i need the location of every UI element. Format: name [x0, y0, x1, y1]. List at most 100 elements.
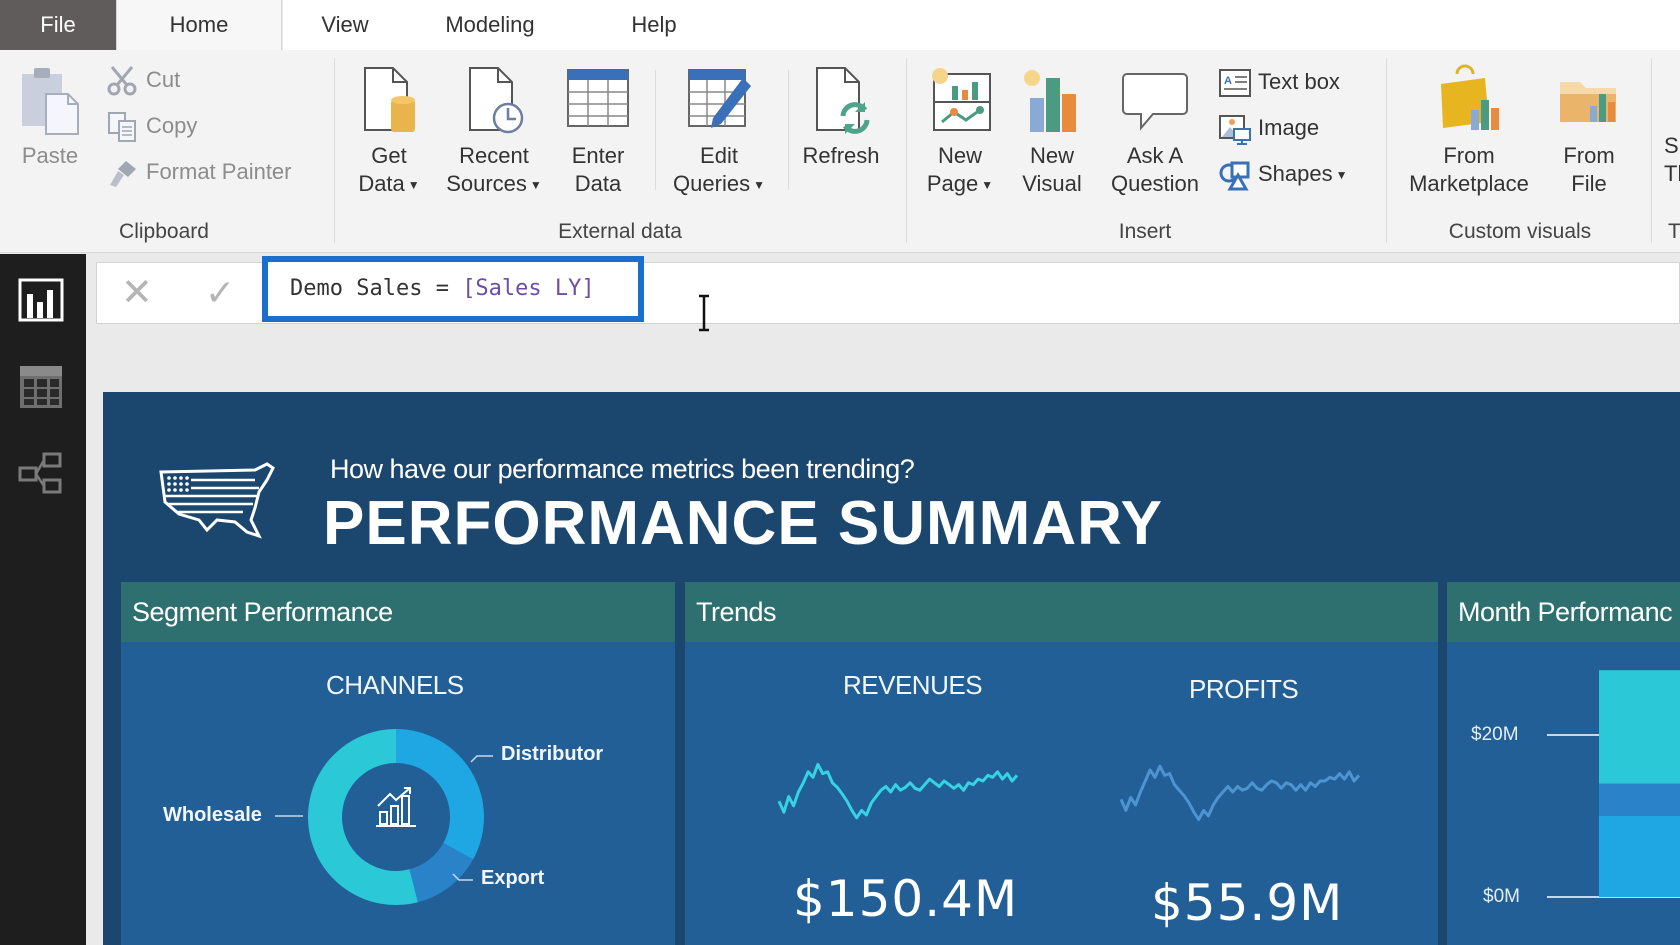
enter-data-button[interactable]: Enter Data [562, 64, 634, 198]
cancel-formula-button[interactable]: ✕ [121, 273, 153, 313]
month-bar-segment-2[interactable] [1599, 783, 1680, 816]
insert-group-label: Insert [1118, 220, 1172, 243]
report-view-button[interactable] [18, 278, 64, 324]
tab-help[interactable]: Help [612, 0, 696, 50]
edit-queries-button[interactable]: Edit Queries ▼ [666, 64, 772, 199]
trends-panel[interactable]: Trends REVENUES PROFITS $150.4M $55.9M [685, 582, 1438, 945]
themes-group-label: T [1668, 220, 1680, 243]
image-label: Image [1258, 115, 1320, 140]
format-painter-label: Format Painter [146, 159, 292, 184]
new-visual-label-2: Visual [1022, 171, 1082, 196]
get-data-icon [355, 64, 423, 136]
cut-button[interactable]: Cut [106, 62, 180, 98]
data-view-button[interactable] [18, 364, 64, 410]
refresh-icon [807, 64, 875, 136]
themes-label-1: S [1664, 133, 1679, 158]
enter-data-label-2: Data [574, 171, 622, 196]
new-page-label-2: Page ▼ [920, 170, 1000, 199]
group-separator [334, 58, 335, 243]
separator [655, 70, 656, 190]
tab-modeling[interactable]: Modeling [420, 0, 560, 50]
copy-label: Copy [146, 113, 198, 138]
wholesale-label: Wholesale [163, 804, 262, 826]
revenues-kpi-value: $150.4M [793, 870, 1019, 928]
distributor-label: Distributor [501, 743, 604, 765]
month-bar-segment-1[interactable] [1599, 816, 1680, 897]
new-page-label-1: New [937, 143, 982, 168]
trends-panel-header: Trends [685, 582, 1438, 642]
month-bar-segment-3[interactable] [1599, 670, 1680, 784]
text-box-icon: A [1218, 67, 1252, 99]
profits-sparkline[interactable] [1117, 742, 1363, 842]
shapes-button[interactable]: Shapes ▼ [1218, 156, 1348, 192]
report-canvas: How have our performance metrics been tr… [103, 392, 1680, 945]
get-data-label-1: Get [371, 143, 407, 168]
from-file-label-2: File [1571, 171, 1607, 196]
get-data-label-2: Data ▼ [352, 170, 426, 199]
month-performance-panel[interactable]: Month Performanc $20M $0M [1447, 582, 1680, 945]
text-box-button[interactable]: A Text box [1218, 64, 1340, 100]
from-marketplace-label-1: From [1443, 143, 1495, 168]
new-page-label-2-text: Page [926, 171, 979, 196]
ask-question-label-1: Ask A [1126, 143, 1184, 168]
from-marketplace-button[interactable]: From Marketplace [1398, 64, 1540, 198]
refresh-button[interactable]: Refresh [798, 64, 884, 170]
new-page-icon [926, 64, 994, 136]
ask-question-button[interactable]: Ask A Question [1102, 64, 1208, 198]
brush-icon [106, 157, 140, 189]
recent-sources-button[interactable]: Recent Sources ▼ [440, 64, 548, 199]
check-icon: ✓ [205, 272, 236, 313]
measure-reference: [Sales LY] [462, 276, 595, 301]
from-marketplace-label-2: Marketplace [1409, 171, 1529, 196]
format-painter-button[interactable]: Format Painter [106, 154, 292, 190]
svg-text:A: A [1224, 75, 1232, 87]
custom-visuals-group-label: Custom visuals [1448, 220, 1592, 243]
tab-view[interactable]: View [300, 0, 390, 50]
from-file-button[interactable]: From File [1556, 64, 1622, 198]
table-icon [564, 64, 632, 136]
enter-data-label-1: Enter [571, 143, 625, 168]
image-button[interactable]: Image [1218, 110, 1319, 146]
revenues-sparkline[interactable] [775, 742, 1021, 842]
scissors-icon [106, 65, 140, 97]
text-cursor-icon [699, 294, 709, 332]
view-switcher-rail [0, 254, 86, 945]
paste-button[interactable]: Paste [16, 64, 84, 170]
formula-input[interactable]: Demo Sales = [Sales LY] [262, 256, 644, 322]
edit-queries-label-2-text: Queries [673, 171, 751, 196]
shapes-label: Shapes [1258, 161, 1333, 186]
revenues-series-line [777, 762, 1019, 820]
dropdown-caret-icon: ▼ [407, 178, 420, 193]
distributor-leader-line [470, 755, 493, 763]
new-page-button[interactable]: New Page ▼ [920, 64, 1000, 199]
edit-queries-label-2: Queries ▼ [666, 170, 772, 199]
month-performance-chart[interactable] [1447, 642, 1680, 945]
commit-formula-button[interactable]: ✓ [205, 273, 235, 313]
themes-button-partial[interactable]: S Th [1664, 132, 1680, 188]
y-tick-label-0m: $0M [1483, 886, 1520, 907]
recent-sources-label-1: Recent [459, 143, 529, 168]
ribbon: Paste Cut Copy Format Painter Clipboard … [0, 50, 1680, 253]
new-visual-button[interactable]: New Visual [1016, 64, 1088, 198]
folder-chart-icon [1556, 64, 1624, 136]
get-data-button[interactable]: Get Data ▼ [352, 64, 426, 199]
edit-queries-label-1: Edit [700, 143, 738, 168]
tab-file[interactable]: File [0, 0, 116, 50]
speech-bubble-icon [1121, 64, 1189, 136]
new-visual-icon [1018, 64, 1086, 136]
group-separator [1386, 58, 1387, 243]
relationships-view-button[interactable] [18, 450, 64, 496]
growth-chart-icon [376, 787, 416, 827]
marketplace-bag-icon [1435, 64, 1503, 136]
tab-home[interactable]: Home [116, 0, 282, 51]
external-data-group-label: External data [558, 220, 682, 243]
copy-button[interactable]: Copy [106, 108, 197, 144]
recent-sources-label-2-text: Sources [446, 171, 527, 196]
paste-icon [16, 64, 84, 136]
export-label: Export [481, 867, 545, 889]
text-box-label: Text box [1258, 69, 1340, 94]
segment-performance-panel[interactable]: Segment Performance CHANNELS Distributor… [121, 582, 675, 945]
copy-icon [106, 111, 140, 143]
get-data-label-2-text: Data [358, 171, 405, 196]
measure-expression: Demo Sales = [290, 276, 463, 301]
